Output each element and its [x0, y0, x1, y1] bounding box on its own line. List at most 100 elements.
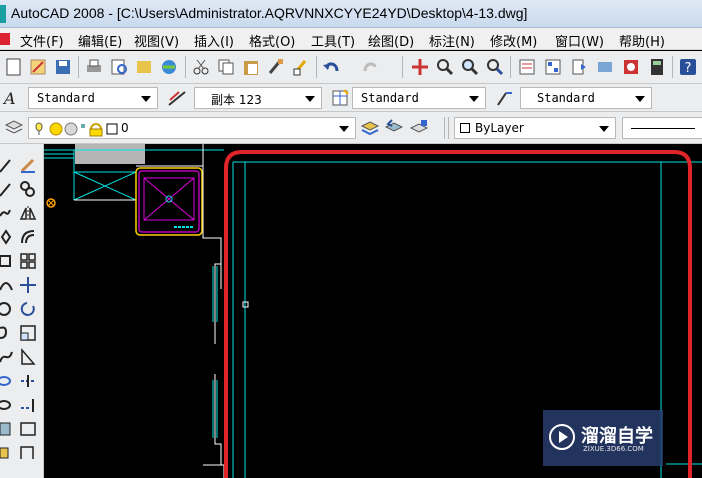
color-control-select[interactable]: ByLayer: [454, 117, 616, 139]
help-icon[interactable]: ?: [678, 57, 698, 77]
menu-draw[interactable]: 绘图(D): [368, 31, 414, 50]
menu-file[interactable]: 文件(F): [20, 31, 64, 50]
menu-help[interactable]: 帮助(H): [619, 31, 665, 50]
copy-icon[interactable]: [216, 57, 236, 77]
menu-insert[interactable]: 插入(I): [194, 31, 234, 50]
design-center-icon[interactable]: [543, 57, 563, 77]
print-icon[interactable]: [84, 57, 104, 77]
rectangle-icon[interactable]: [0, 252, 18, 270]
chevron-down-icon: [599, 126, 609, 132]
layer-select[interactable]: 0: [28, 117, 356, 139]
stretch-icon[interactable]: [19, 348, 37, 366]
svg-text:?: ?: [685, 61, 692, 76]
extend-icon[interactable]: [19, 396, 37, 414]
polygon-icon[interactable]: [0, 228, 18, 246]
save-icon[interactable]: [53, 57, 73, 77]
color-control-value: ByLayer: [475, 121, 524, 135]
redo-icon[interactable]: [360, 57, 380, 77]
spline-icon[interactable]: [0, 348, 18, 366]
move-icon[interactable]: [19, 276, 37, 294]
paste-icon[interactable]: [241, 57, 261, 77]
make-object-layer-current-icon[interactable]: [360, 118, 380, 138]
menu-dimension[interactable]: 标注(N): [429, 31, 475, 50]
linetype-control-select[interactable]: [622, 117, 702, 139]
dimension-style-icon[interactable]: [167, 88, 187, 108]
scale-icon[interactable]: [19, 324, 37, 342]
chevron-down-icon: [339, 126, 349, 132]
text-style-value: Standard: [37, 91, 95, 105]
document-menu-icon[interactable]: [0, 31, 12, 47]
zoom-previous-icon[interactable]: [485, 57, 505, 77]
table-style-select[interactable]: Standard: [352, 87, 486, 109]
markup-icon[interactable]: [621, 57, 641, 77]
linetype-preview: [631, 128, 695, 129]
new-icon[interactable]: [4, 57, 24, 77]
color-swatch: [460, 123, 470, 133]
layer-states-icon[interactable]: [409, 118, 429, 138]
trim-icon[interactable]: [19, 372, 37, 390]
cut-icon[interactable]: [191, 57, 211, 77]
zoom-window-icon[interactable]: [460, 57, 480, 77]
revision-cloud-icon[interactable]: [0, 324, 18, 342]
table-style-value: Standard: [361, 91, 419, 105]
pan-realtime-icon[interactable]: [410, 57, 430, 77]
qnew-icon[interactable]: [28, 57, 48, 77]
circle-icon[interactable]: [0, 300, 18, 318]
erase-icon[interactable]: [19, 156, 37, 174]
app-icon: [0, 5, 6, 23]
publish-icon[interactable]: [134, 57, 154, 77]
current-layer-value: 0: [121, 121, 129, 135]
calculator-icon[interactable]: [647, 57, 667, 77]
dimension-style-select[interactable]: 副本 123: [194, 87, 322, 109]
properties-icon[interactable]: [517, 57, 537, 77]
construction-line-icon[interactable]: [0, 180, 18, 198]
layers-toolbar: 0 ByLayer: [0, 112, 702, 144]
sheet-set-icon[interactable]: [595, 57, 615, 77]
plot-preview-icon[interactable]: [109, 57, 129, 77]
mirror-icon[interactable]: [19, 204, 37, 222]
ellipse-arc-icon[interactable]: [0, 396, 18, 414]
table-style-icon[interactable]: [330, 88, 350, 108]
menu-edit[interactable]: 编辑(E): [78, 31, 122, 50]
dimension-style-value: 副本 123: [211, 93, 262, 107]
watermark-url: ZIXUE.3D66.COM: [583, 445, 644, 453]
window-title: AutoCAD 2008 - [C:\Users\Administrator.A…: [11, 5, 528, 21]
text-style-select[interactable]: Standard: [28, 87, 158, 109]
multileader-style-icon[interactable]: [495, 88, 515, 108]
layer-previous-icon[interactable]: [384, 118, 404, 138]
tool-palettes-icon[interactable]: [569, 57, 589, 77]
array-icon[interactable]: [19, 252, 37, 270]
copy-object-icon[interactable]: [19, 180, 37, 198]
publish-web-icon[interactable]: [159, 57, 179, 77]
match-properties-icon[interactable]: [266, 57, 286, 77]
chevron-down-icon: [141, 96, 151, 102]
break-at-point-icon[interactable]: [19, 420, 37, 438]
break-icon[interactable]: [19, 444, 37, 462]
chevron-down-icon: [305, 96, 315, 102]
line-icon[interactable]: [0, 156, 18, 174]
menu-tools[interactable]: 工具(T): [311, 31, 355, 50]
make-block-icon[interactable]: [0, 444, 18, 462]
title-bar: AutoCAD 2008 - [C:\Users\Administrator.A…: [0, 0, 702, 28]
layer-manager-icon[interactable]: [4, 118, 24, 138]
play-icon: [549, 424, 575, 450]
ellipse-icon[interactable]: [0, 372, 18, 390]
menu-modify[interactable]: 修改(M): [490, 31, 537, 50]
block-editor-icon[interactable]: [291, 57, 311, 77]
menu-window[interactable]: 窗口(W): [555, 31, 604, 50]
text-style-icon[interactable]: A: [2, 88, 22, 108]
menu-format[interactable]: 格式(O): [249, 31, 295, 50]
rotate-icon[interactable]: [19, 300, 37, 318]
arc-icon[interactable]: [0, 276, 18, 294]
insert-block-icon[interactable]: [0, 420, 18, 438]
offset-icon[interactable]: [19, 228, 37, 246]
multileader-style-select[interactable]: Standard: [520, 87, 652, 109]
standard-toolbar: ?: [0, 51, 702, 84]
zoom-realtime-icon[interactable]: [435, 57, 455, 77]
undo-icon[interactable]: [322, 57, 342, 77]
chevron-down-icon: [469, 96, 479, 102]
polyline-icon[interactable]: [0, 204, 18, 222]
menu-view[interactable]: 视图(V): [134, 31, 179, 50]
watermark: 溜溜自学 ZIXUE.3D66.COM: [543, 410, 663, 466]
selected-block-fill: [75, 144, 145, 164]
